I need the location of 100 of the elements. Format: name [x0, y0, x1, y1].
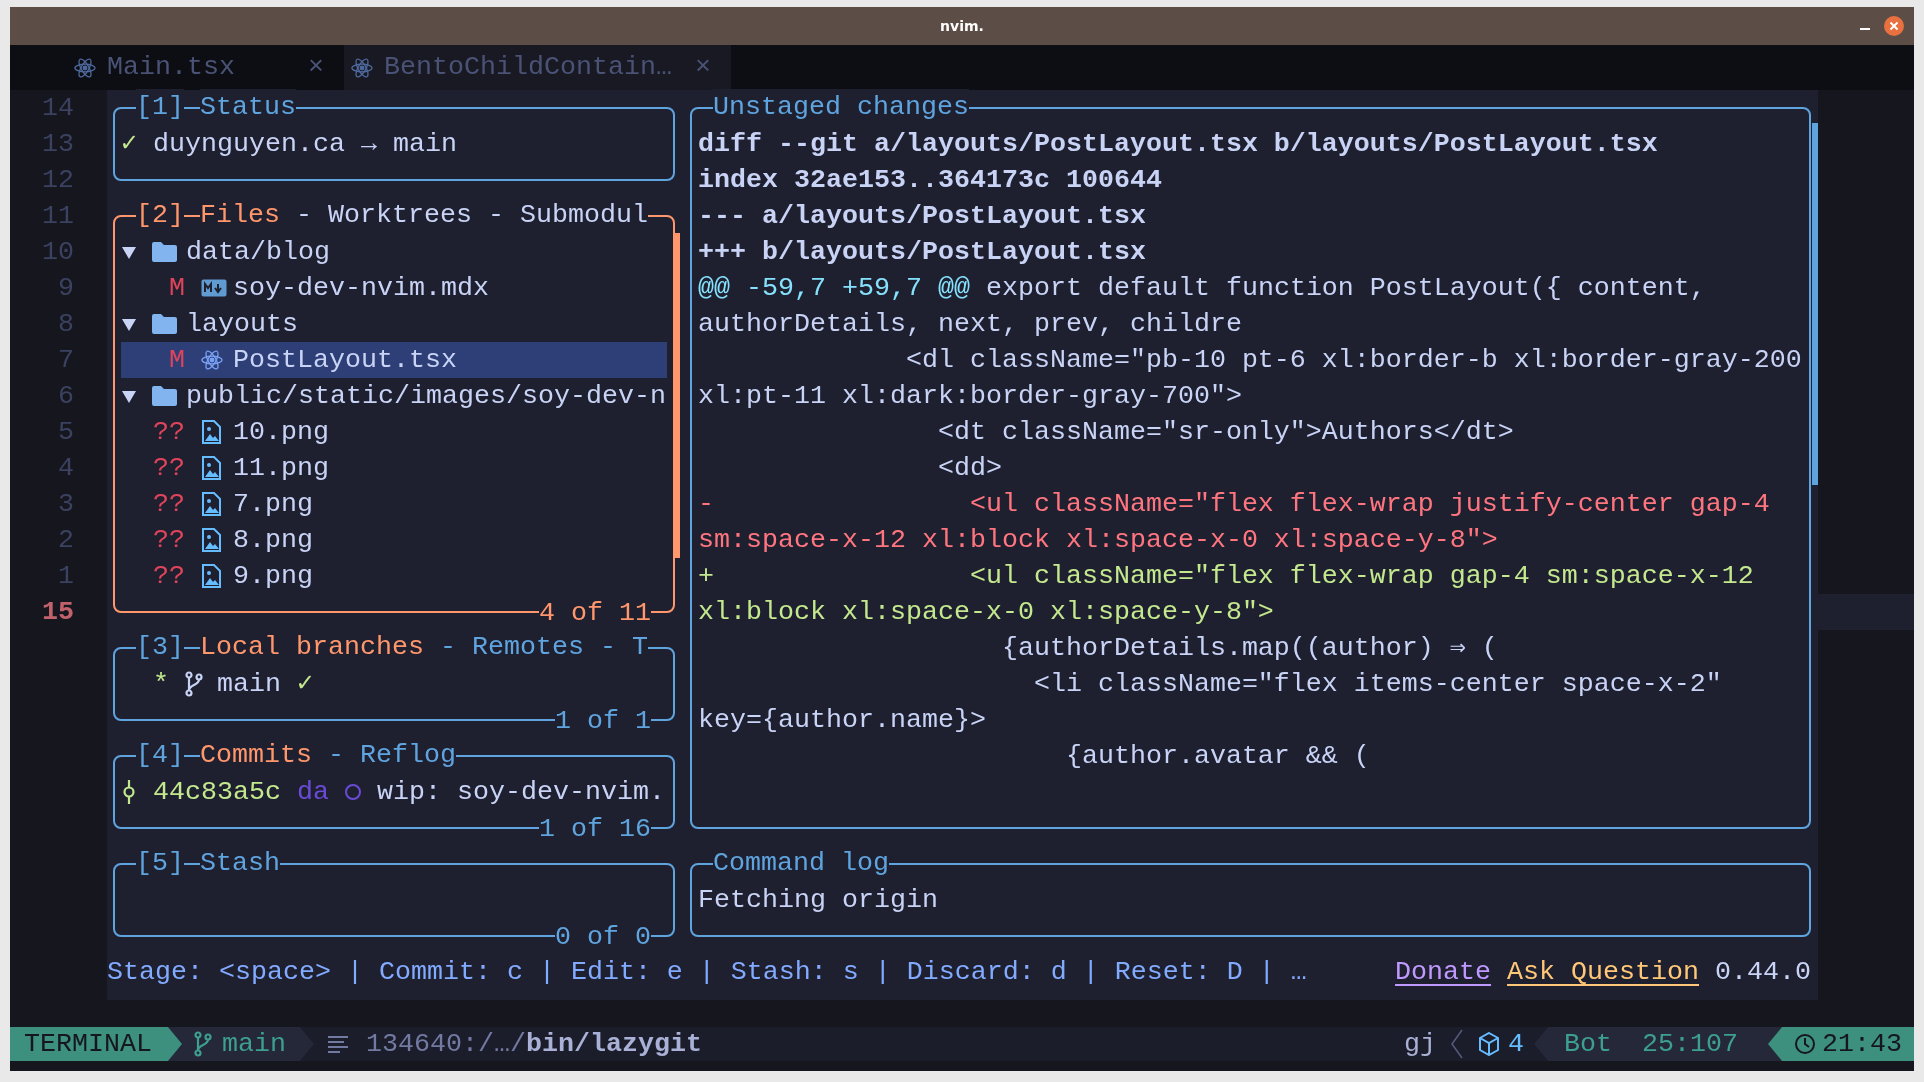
expanded-triangle-icon[interactable]: [121, 316, 137, 332]
line-number: 2: [57, 524, 75, 557]
folder-name: layouts: [186, 308, 298, 341]
markdown-icon: [201, 279, 227, 297]
file-row[interactable]: M soy-dev-nvim.mdx: [121, 270, 667, 306]
line-number: 12: [41, 164, 75, 197]
diff-line: export default function PostLayout({ content,: [984, 272, 1706, 305]
atom-icon: [351, 56, 373, 79]
file-name: PostLayout.tsx: [233, 344, 457, 377]
file-row[interactable]: ?? 7.png: [121, 486, 667, 522]
diagnostics-count: 4: [1508, 1028, 1525, 1061]
image-file-icon: [201, 420, 221, 444]
log-line: Fetching origin: [698, 884, 938, 917]
folder-row[interactable]: layouts: [121, 306, 667, 342]
diff-line: --- a/layouts/PostLayout.tsx: [698, 200, 1146, 233]
folder-row[interactable]: data/blog: [121, 234, 667, 270]
diff-line: diff --git a/layouts/PostLayout.tsx b/layouts/PostLayout.tsx: [698, 128, 1658, 161]
line-number: 13: [41, 128, 75, 161]
close-icon[interactable]: [1884, 16, 1904, 36]
expanded-triangle-icon[interactable]: [121, 388, 137, 404]
circle-icon: [344, 783, 362, 801]
line-number: 4: [57, 452, 75, 485]
line-number: 9: [57, 272, 75, 305]
scroll-position: Bot: [1564, 1028, 1613, 1061]
branch-icon: [194, 1031, 212, 1057]
image-file-icon: [201, 456, 221, 480]
lines-icon: [328, 1034, 348, 1054]
branch-name: main: [222, 1028, 286, 1061]
branch-name: main: [217, 668, 281, 701]
file-status: M: [168, 272, 185, 305]
line-number: 1: [57, 560, 75, 593]
diff-line: index 32ae153..364173c 100644: [698, 164, 1162, 197]
current-marker: *: [153, 668, 170, 701]
check-mark: ✓: [121, 128, 139, 161]
line-number: 7: [57, 344, 75, 377]
image-file-icon: [201, 528, 221, 552]
file-name: 8.png: [233, 524, 313, 557]
branch-icon: [185, 671, 203, 697]
commit-node-icon: [122, 779, 136, 805]
line-number: 15: [41, 596, 75, 629]
expanded-triangle-icon[interactable]: [121, 244, 137, 260]
file-name: 9.png: [233, 560, 313, 593]
file-name: 10.png: [233, 416, 329, 449]
commit-hash: 44c83a5c: [153, 776, 281, 809]
diff-line: key={author.name}>: [698, 704, 986, 737]
diff-line: <li className="flex items-center space-x-2": [1032, 668, 1722, 701]
line-number: 6: [57, 380, 75, 413]
file-row[interactable]: ?? 8.png: [121, 522, 667, 558]
diff-line: <dt className="sr-only">Authors</dt>: [936, 416, 1514, 449]
diff-line: authorDetails, next, prev, childre: [698, 308, 1242, 341]
chevron-separator-icon: [1450, 1029, 1465, 1059]
diff-line: xl:pt-11 xl:dark:border-gray-700">: [698, 380, 1242, 413]
cursor-position: 25:107: [1642, 1028, 1738, 1061]
diff-line: <dl className="pb-10 pt-6 xl:border-b xl:border-gray-200: [904, 344, 1802, 377]
commit-message: wip: soy-dev-nvim.: [377, 776, 665, 809]
diff-line: <dd>: [936, 452, 1002, 485]
keybinding-hints: Stage: <space> | Commit: c | Edit: e | Stash: s | Discard: d | Reset: D | …: [107, 956, 1307, 989]
pending-keys: gj: [1404, 1027, 1437, 1061]
check-mark: ✓: [297, 668, 314, 701]
file-status: ??: [152, 416, 185, 449]
ask-question-link[interactable]: Ask Question: [1507, 954, 1699, 990]
diff-line: sm:space-x-12 xl:block xl:space-x-0 xl:space-y-8">: [698, 524, 1498, 557]
version-label: 0.44.0: [1715, 956, 1811, 989]
file-status: ??: [152, 452, 185, 485]
diff-line: - <ul className="flex flex-wrap justify-center gap-4: [698, 488, 1770, 521]
file-row[interactable]: ?? 9.png: [121, 558, 667, 594]
file-status: ??: [152, 488, 185, 521]
file-status: M: [168, 344, 185, 377]
line-number: 14: [41, 92, 75, 125]
line-number: 10: [41, 236, 75, 269]
image-file-icon: [201, 492, 221, 516]
repo-branch: duynguyen.ca → main: [153, 128, 457, 161]
line-number: 8: [57, 308, 75, 341]
mode-indicator: TERMINAL: [10, 1027, 182, 1061]
clock-icon: [1794, 1033, 1816, 1055]
file-row[interactable]: M PostLayout.tsx: [121, 342, 667, 378]
atom-icon: [74, 56, 96, 79]
terminal-path: 134640:/…/bin/lazygit: [366, 1028, 702, 1061]
file-row[interactable]: ?? 11.png: [121, 450, 667, 486]
file-status: ??: [152, 524, 185, 557]
image-file-icon: [201, 564, 221, 588]
folder-icon: [151, 385, 178, 407]
line-number: 11: [41, 200, 75, 233]
line-number: 3: [57, 488, 75, 521]
diff-line: + <ul className="flex flex-wrap gap-4 sm:space-x-12: [698, 560, 1754, 593]
folder-row[interactable]: public/static/images/soy-dev-n: [121, 378, 667, 414]
diff-line: {authorDetails.map((author) ⇒ (: [1000, 632, 1498, 665]
folder-name: data/blog: [186, 236, 330, 269]
diff-line: {author.avatar && (: [1064, 740, 1370, 773]
file-row[interactable]: ?? 10.png: [121, 414, 667, 450]
diff-line: +++ b/layouts/PostLayout.tsx: [698, 236, 1146, 269]
donate-link[interactable]: Donate: [1395, 954, 1492, 990]
line-number: 5: [57, 416, 75, 449]
folder-icon: [151, 313, 178, 335]
folder-icon: [151, 241, 178, 263]
hunk-range: @@ -59,7 +59,7 @@: [698, 272, 970, 305]
file-name: 7.png: [233, 488, 313, 521]
commit-author: da: [297, 776, 329, 809]
atom-icon: [201, 349, 223, 371]
folder-name: public/static/images/soy-dev-n: [186, 380, 666, 413]
